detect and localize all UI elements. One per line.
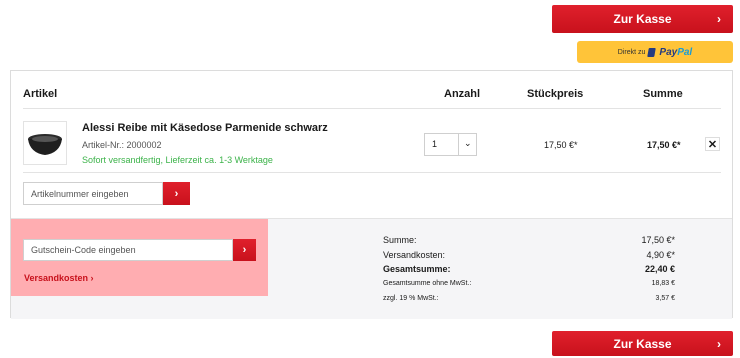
quantity-value: 1 [432, 139, 438, 149]
paypal-express-button[interactable]: Direkt zu PayPal [577, 41, 733, 63]
summary-label-vat: zzgl. 19 % MwSt.: [383, 295, 439, 302]
delivery-status: Sofort versandfertig, Lieferzeit ca. 1-3… [82, 155, 273, 165]
product-number: Artikel-Nr.: 2000002 [82, 140, 162, 150]
chevron-right-icon: › [717, 336, 721, 351]
chevron-right-icon: › [242, 244, 247, 256]
summary-label-net: Gesamtsumme ohne MwSt.: [383, 280, 472, 287]
checkout-button-label: Zur Kasse [613, 12, 672, 26]
article-number-placeholder: Artikelnummer eingeben [31, 188, 129, 199]
summary-value-vat: 3,57 € [655, 295, 675, 302]
header-article: Artikel [23, 88, 58, 100]
add-article-button[interactable]: › [163, 182, 190, 205]
summary-value-shipping: 4,90 €* [646, 250, 675, 260]
summary-value-grand-total: 22,40 € [644, 264, 675, 274]
line-total: 17,50 €* [647, 140, 681, 150]
divider [23, 108, 721, 109]
unit-price: 17,50 €* [544, 140, 578, 150]
summary-value-subtotal: 17,50 €* [641, 235, 675, 245]
product-image[interactable] [23, 121, 67, 165]
product-name-link[interactable]: Alessi Reibe mit Käsedose Parmenide schw… [82, 122, 328, 134]
paypal-icon [647, 47, 657, 57]
chevron-right-icon: › [717, 12, 721, 26]
checkout-button-bottom[interactable]: Zur Kasse › [552, 331, 733, 356]
paypal-prefix: Direkt zu [617, 48, 646, 56]
coupon-code-input[interactable]: Gutschein-Code eingeben [23, 239, 233, 261]
checkout-button-label: Zur Kasse [613, 336, 672, 351]
cart-table: Artikel Anzahl Stückpreis Summe Alessi R… [10, 70, 733, 319]
quantity-select[interactable]: 1 ⌄ [424, 133, 477, 156]
header-unit-price: Stückpreis [527, 88, 584, 100]
summary-section: Gutschein-Code eingeben › Versandkosten … [11, 218, 732, 319]
divider [23, 172, 721, 173]
coupon-section: Gutschein-Code eingeben › Versandkosten … [11, 219, 268, 296]
summary-value-net: 18,83 € [651, 280, 675, 287]
shipping-costs-link[interactable]: Versandkosten › [24, 273, 94, 283]
divider [458, 134, 459, 155]
apply-coupon-button[interactable]: › [233, 239, 256, 261]
close-icon: ✕ [707, 138, 718, 151]
coupon-placeholder: Gutschein-Code eingeben [31, 245, 136, 255]
article-number-input[interactable]: Artikelnummer eingeben [23, 182, 163, 205]
summary-label-shipping: Versandkosten: [383, 250, 446, 260]
summary-label-subtotal: Summe: [383, 235, 417, 245]
checkout-button-top[interactable]: Zur Kasse › [552, 5, 733, 33]
paypal-logo: PayPal [659, 46, 693, 58]
summary-label-grand-total: Gesamtsumme: [383, 264, 451, 274]
chevron-down-icon: ⌄ [464, 138, 472, 148]
header-total: Summe [643, 88, 683, 100]
header-quantity: Anzahl [444, 88, 481, 100]
chevron-right-icon: › [174, 187, 179, 200]
remove-item-button[interactable]: ✕ [705, 137, 720, 151]
